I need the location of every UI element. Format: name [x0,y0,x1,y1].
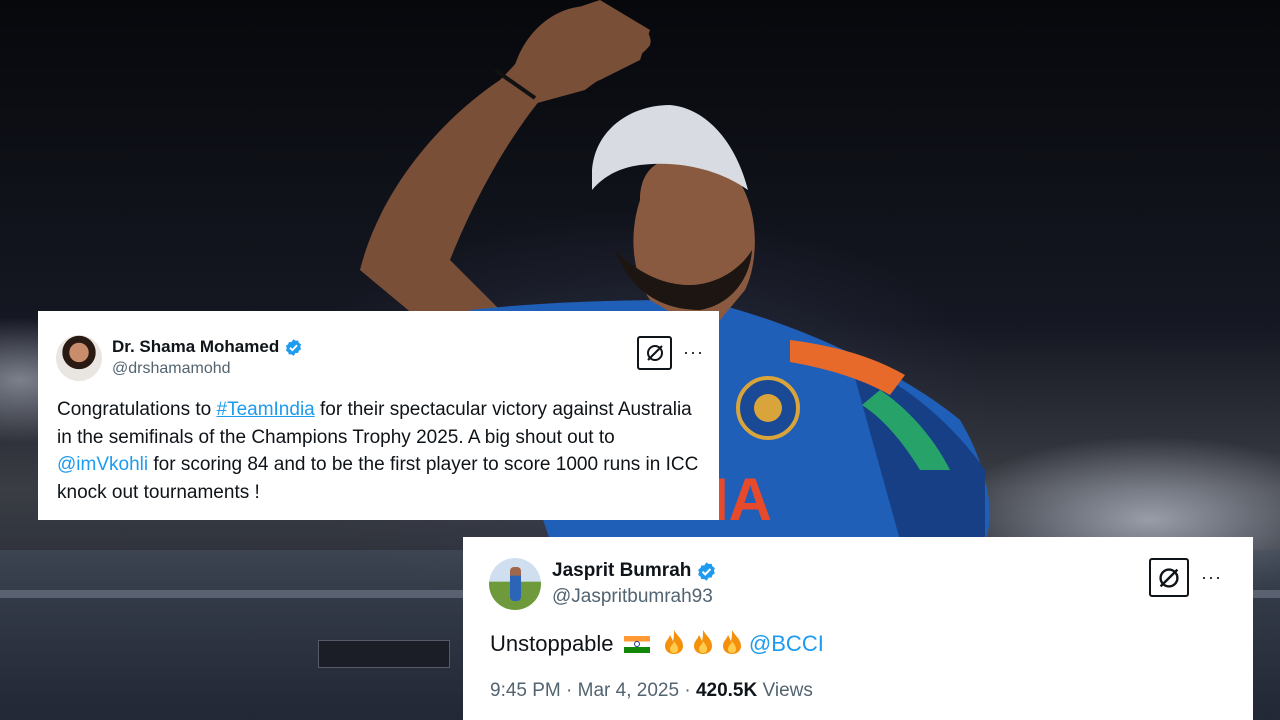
india-flag-icon [623,636,650,653]
grok-button[interactable] [1149,558,1189,597]
mention-link[interactable]: @BCCI [749,631,824,656]
grok-icon [646,345,663,361]
tweet-card-bumrah[interactable]: Jasprit Bumrah @Jaspritbumrah93 ··· Unst… [463,537,1253,720]
views-label: Views [762,680,813,701]
author-name[interactable]: Dr. Shama Mohamed [112,337,303,357]
fire-icon [664,630,683,654]
verified-badge-icon [286,338,302,356]
more-options-icon[interactable]: ··· [1201,568,1222,586]
fire-icon [722,630,741,654]
tweet-text: Unstoppable @BCCI [490,630,824,656]
hashtag-link[interactable]: #TeamIndia [217,399,315,420]
tweet-time[interactable]: 9:45 PM [490,680,561,701]
author-name[interactable]: Jasprit Bumrah [552,560,717,582]
tweet-meta: 9:45 PM · Mar 4, 2025 · 420.5K Views [490,680,813,702]
svg-text:IA: IA [712,466,772,533]
views-count: 420.5K [695,680,758,701]
verified-badge-icon [698,561,716,581]
avatar[interactable] [489,558,541,610]
mention-link[interactable]: @imVkohli [57,454,148,475]
tweet-date[interactable]: Mar 4, 2025 [578,680,679,701]
author-handle[interactable]: @Jaspritbumrah93 [552,586,713,608]
tweet-text: Congratulations to #TeamIndia for their … [57,399,699,503]
fire-icon [693,630,712,654]
author-handle[interactable]: @drshamamohd [112,360,231,378]
more-options-icon[interactable]: ··· [683,343,704,361]
grok-button[interactable] [637,336,672,370]
grok-icon [1159,567,1179,588]
separator: · [684,680,691,701]
tweet-card-shama[interactable]: Dr. Shama Mohamed @drshamamohd ··· Congr… [38,311,719,520]
separator: · [566,680,573,701]
avatar[interactable] [56,335,102,381]
